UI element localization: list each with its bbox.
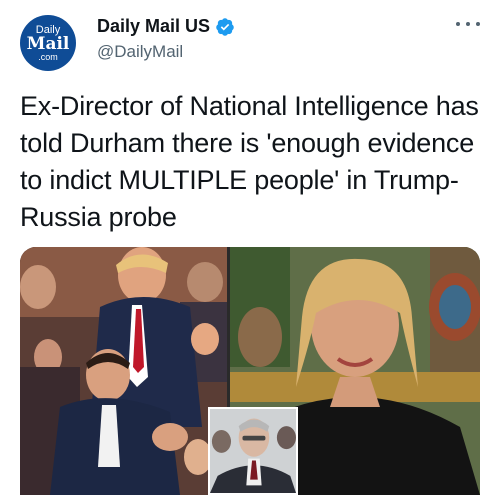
photo-inset-illustration	[210, 409, 296, 493]
photo-left-illustration	[20, 247, 227, 495]
tweet-media[interactable]	[20, 247, 480, 495]
photo-inset[interactable]	[208, 407, 298, 495]
more-horizontal-icon[interactable]	[456, 14, 480, 34]
photo-left[interactable]	[20, 247, 227, 495]
avatar-text-line3: .com	[38, 51, 58, 62]
more-dot	[476, 22, 480, 26]
avatar-text-line2: Mail	[26, 33, 70, 54]
more-dot	[456, 22, 460, 26]
display-name[interactable]: Daily Mail US	[97, 16, 210, 37]
tweet-text: Ex-Director of National Intelligence has…	[20, 91, 479, 232]
name-row: Daily Mail US	[97, 16, 235, 37]
tweet-header: Daily Mail .com Daily Mail US @DailyMail	[0, 0, 500, 80]
more-dot	[466, 22, 470, 26]
avatar[interactable]: Daily Mail .com	[20, 15, 76, 71]
verified-badge-icon	[215, 17, 235, 37]
account-handle[interactable]: @DailyMail	[97, 42, 183, 62]
